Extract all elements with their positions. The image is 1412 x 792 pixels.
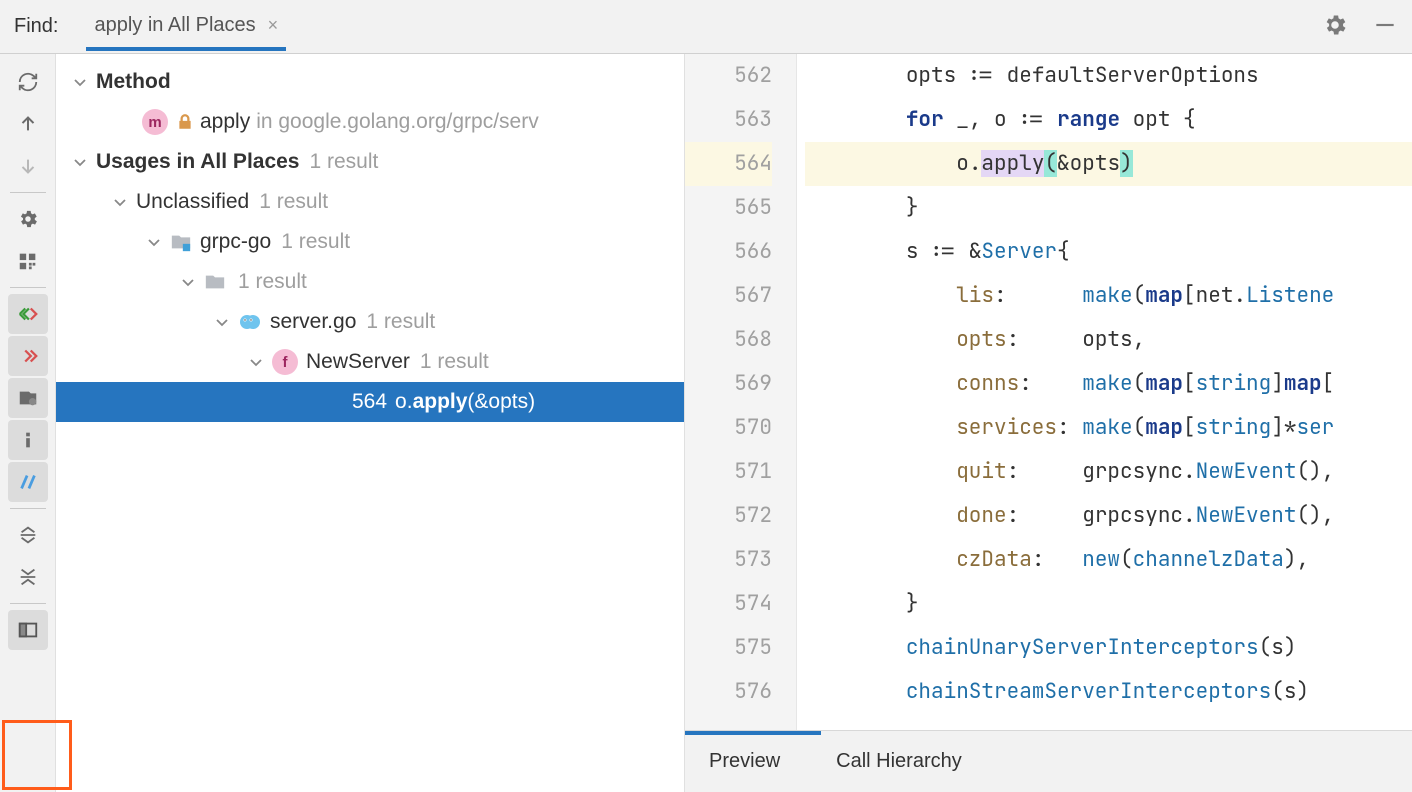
function-label: NewServer [306,350,410,374]
group-by-button[interactable] [8,241,48,281]
target-name: apply [200,110,250,134]
show-read-button[interactable] [8,294,48,334]
gutter: 5625635645655665675685695705715725735745… [685,54,797,730]
chevron-down-icon [112,194,128,210]
hit-pre: o. [395,390,413,414]
preview-pane: 5625635645655665675685695705715725735745… [685,54,1412,792]
gear-icon[interactable] [1322,12,1348,41]
refresh-button[interactable] [8,62,48,102]
module-icon [170,231,192,253]
hit-match: apply [413,390,468,414]
tree-node-folder[interactable]: 1 result [56,262,684,302]
unclassified-count: 1 result [259,190,328,214]
tree-node-file[interactable]: server.go 1 result [56,302,684,342]
usages-count: 1 result [310,150,379,174]
usages-label: Usages in All Places [96,150,300,174]
settings-button[interactable] [8,199,48,239]
chevron-down-icon [214,314,230,330]
project-count: 1 result [281,230,350,254]
file-label: server.go [270,310,356,334]
preview-panel-toggle[interactable] [8,610,48,650]
tree-node-method[interactable]: Method [56,62,684,102]
show-import-button[interactable] [8,378,48,418]
tree-node-function[interactable]: f NewServer 1 result [56,342,684,382]
active-tab-underline [685,731,821,735]
next-occurrence-button[interactable] [8,146,48,186]
hit-line-number: 564 [352,390,387,414]
find-tab-title: apply in All Places [94,14,255,37]
code-editor[interactable]: 5625635645655665675685695705715725735745… [685,54,1412,730]
info-button[interactable] [8,420,48,460]
chevron-down-icon [146,234,162,250]
tree-node-usages[interactable]: Usages in All Places 1 result [56,142,684,182]
tab-call-hierarchy[interactable]: Call Hierarchy [836,750,962,773]
expand-all-button[interactable] [8,515,48,555]
tree-node-target[interactable]: m apply in google.golang.org/grpc/serv [56,102,684,142]
show-write-button[interactable] [8,336,48,376]
tree-node-hit[interactable]: 564 o.apply(&opts) [56,382,684,422]
chevron-down-icon [72,74,88,90]
collapse-all-button[interactable] [8,557,48,597]
go-file-icon [238,310,262,334]
tab-preview[interactable]: Preview [709,750,780,773]
tree-node-unclassified[interactable]: Unclassified 1 result [56,182,684,222]
find-label: Find: [14,15,58,38]
project-label: grpc-go [200,230,271,254]
target-path: in google.golang.org/grpc/serv [256,110,539,134]
folder-icon [204,271,226,293]
folder-count: 1 result [238,270,307,294]
file-count: 1 result [366,310,435,334]
chevron-down-icon [180,274,196,290]
function-icon: f [272,349,298,375]
close-icon[interactable]: × [268,15,279,36]
tree-node-project[interactable]: grpc-go 1 result [56,222,684,262]
find-header: Find: apply in All Places × [0,0,1412,54]
code-content[interactable]: opts := defaultServerOptions for _, o :=… [797,54,1412,730]
method-icon: m [142,109,168,135]
comment-usages-button[interactable] [8,462,48,502]
find-tab[interactable]: apply in All Places × [86,2,286,51]
function-count: 1 result [420,350,489,374]
preview-tabs: Preview Call Hierarchy [685,730,1412,792]
chevron-down-icon [72,154,88,170]
prev-occurrence-button[interactable] [8,104,48,144]
results-tree[interactable]: Method m apply in google.golang.org/grpc… [56,54,685,792]
lock-icon [176,113,194,131]
method-label: Method [96,70,171,94]
unclassified-label: Unclassified [136,190,249,214]
chevron-down-icon [248,354,264,370]
hit-post: (&opts) [467,390,535,414]
minimize-icon[interactable] [1372,12,1398,41]
tool-rail [0,54,56,792]
